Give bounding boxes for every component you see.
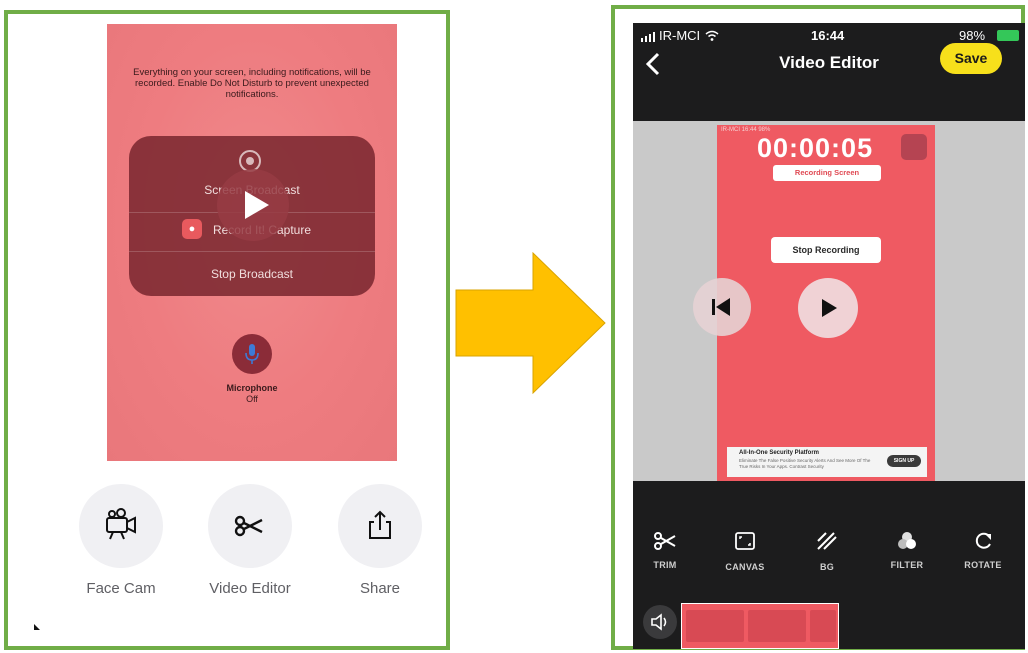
recording-preview: Everything on your screen, including not…: [107, 24, 397, 461]
rotate-tool[interactable]: ROTATE: [953, 531, 1013, 570]
rotate-label: ROTATE: [964, 560, 1002, 570]
microphone-icon: [245, 344, 259, 364]
timeline-frame: [748, 610, 806, 642]
trim-tool[interactable]: TRIM: [635, 531, 695, 570]
share-label: Share: [359, 580, 401, 597]
play-button[interactable]: [798, 278, 858, 338]
save-button[interactable]: Save: [940, 43, 1002, 74]
rewind-button[interactable]: [693, 278, 751, 336]
recording-screen-badge: Recording Screen: [773, 165, 881, 181]
timeline-frame: [810, 610, 836, 642]
battery-percent: 98%: [959, 28, 986, 43]
back-chevron-icon[interactable]: [643, 51, 663, 77]
volume-button[interactable]: [643, 605, 677, 639]
ad-title: All-In-One Security Platform: [739, 450, 820, 456]
rotate-icon: [975, 532, 991, 549]
bg-label: BG: [819, 562, 835, 572]
play-overlay-button[interactable]: [217, 169, 289, 241]
share-icon: [369, 510, 391, 539]
filter-label: FILTER: [890, 560, 924, 570]
canvas-icon: [735, 532, 755, 550]
scissors-icon: [234, 515, 263, 537]
filter-icon: [898, 532, 916, 549]
play-icon: [822, 299, 837, 317]
ad-description: Eliminate The False Positive Security Al…: [739, 458, 871, 469]
video-editor-button[interactable]: [208, 484, 292, 568]
stop-broadcast-button[interactable]: Stop Broadcast: [129, 267, 375, 281]
face-cam-label: Face Cam: [86, 580, 156, 597]
canvas-label: CANVAS: [725, 562, 765, 572]
signal-icon: [641, 32, 655, 42]
play-icon: [245, 191, 269, 219]
scissors-icon: [654, 532, 676, 550]
video-camera-icon: [106, 508, 136, 540]
trim-label: TRIM: [653, 560, 677, 570]
video-timeline[interactable]: [681, 603, 839, 649]
microphone-button[interactable]: [232, 334, 272, 374]
battery-icon: [997, 30, 1019, 41]
background-icon: [817, 532, 837, 550]
wifi-icon: [705, 30, 719, 41]
share-button[interactable]: [338, 484, 422, 568]
ad-signup-button: SIGN UP: [887, 455, 921, 467]
transition-arrow-icon: [455, 252, 606, 394]
carrier-name: IR-MCI: [659, 28, 701, 43]
stop-recording-button: Stop Recording: [771, 237, 881, 263]
recording-notice: Everything on your screen, including not…: [133, 67, 371, 100]
status-time: 16:44: [811, 28, 845, 43]
skip-back-icon: [712, 298, 730, 316]
canvas-tool[interactable]: CANVAS: [715, 531, 775, 572]
left-screenshot-panel: Everything on your screen, including not…: [4, 10, 450, 650]
recording-timer: 00:00:05: [757, 133, 874, 163]
face-cam-button[interactable]: [79, 484, 163, 568]
microphone-label: Microphone: [226, 383, 278, 393]
cursor-icon: [34, 624, 40, 630]
speaker-icon: [651, 613, 667, 631]
video-editor-label: Video Editor: [209, 580, 291, 597]
filter-tool[interactable]: FILTER: [877, 531, 937, 570]
video-editor-screen: IR-MCI 16:44 98% Video Editor Save IR-MC…: [633, 23, 1025, 649]
timeline-frame: [686, 610, 744, 642]
ad-banner: All-In-One Security Platform Eliminate T…: [727, 447, 927, 477]
background-tool[interactable]: BG: [797, 531, 857, 572]
facecam-thumbnail: [901, 134, 927, 160]
microphone-status: Off: [246, 394, 258, 404]
page-title: Video Editor: [779, 53, 879, 72]
menu-divider: [129, 251, 375, 252]
right-screenshot-panel: IR-MCI 16:44 98% Video Editor Save IR-MC…: [611, 5, 1025, 650]
